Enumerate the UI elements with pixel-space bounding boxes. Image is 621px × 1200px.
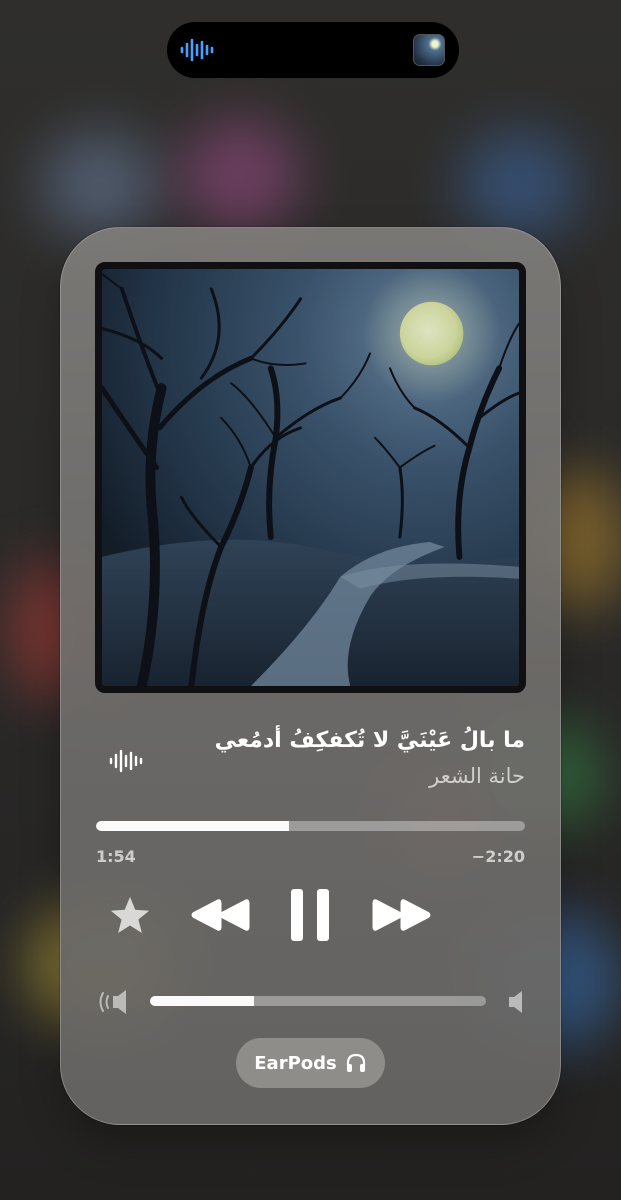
fast-forward-icon: [372, 899, 431, 931]
dynamic-island[interactable]: [167, 22, 459, 78]
remaining-time: −2:20: [471, 847, 525, 866]
previous-track-button[interactable]: [190, 897, 250, 933]
next-track-button[interactable]: [372, 897, 432, 933]
elapsed-time: 1:54: [96, 847, 136, 866]
rewind-icon: [191, 899, 250, 931]
track-title[interactable]: ما بالُ عَيْنَيَّ لا تُكفكِفُ أدمُعي: [195, 728, 525, 753]
play-pause-button[interactable]: [289, 887, 331, 943]
playback-progress-fill: [96, 821, 290, 831]
output-device-label: EarPods: [254, 1052, 337, 1074]
speaker-high-icon: [509, 991, 522, 1013]
album-artwork: [95, 262, 526, 693]
volume-level-fill: [150, 996, 255, 1006]
volume-low-button[interactable]: [98, 989, 132, 1015]
audio-output-button[interactable]: EarPods: [236, 1038, 385, 1088]
speaker-low-icon: [99, 990, 126, 1014]
album-thumbnail: [413, 34, 445, 66]
waveform-icon: [180, 38, 214, 62]
favorite-button[interactable]: [108, 895, 152, 937]
waveform-icon: [109, 749, 143, 773]
headphones-icon: [346, 1053, 365, 1072]
volume-slider[interactable]: [150, 996, 486, 1006]
star-icon: [110, 896, 150, 933]
playback-scrubber[interactable]: [96, 821, 525, 831]
pause-icon: [291, 889, 329, 941]
track-artist[interactable]: حانة الشعر: [195, 764, 525, 788]
volume-high-button[interactable]: [507, 991, 525, 1013]
